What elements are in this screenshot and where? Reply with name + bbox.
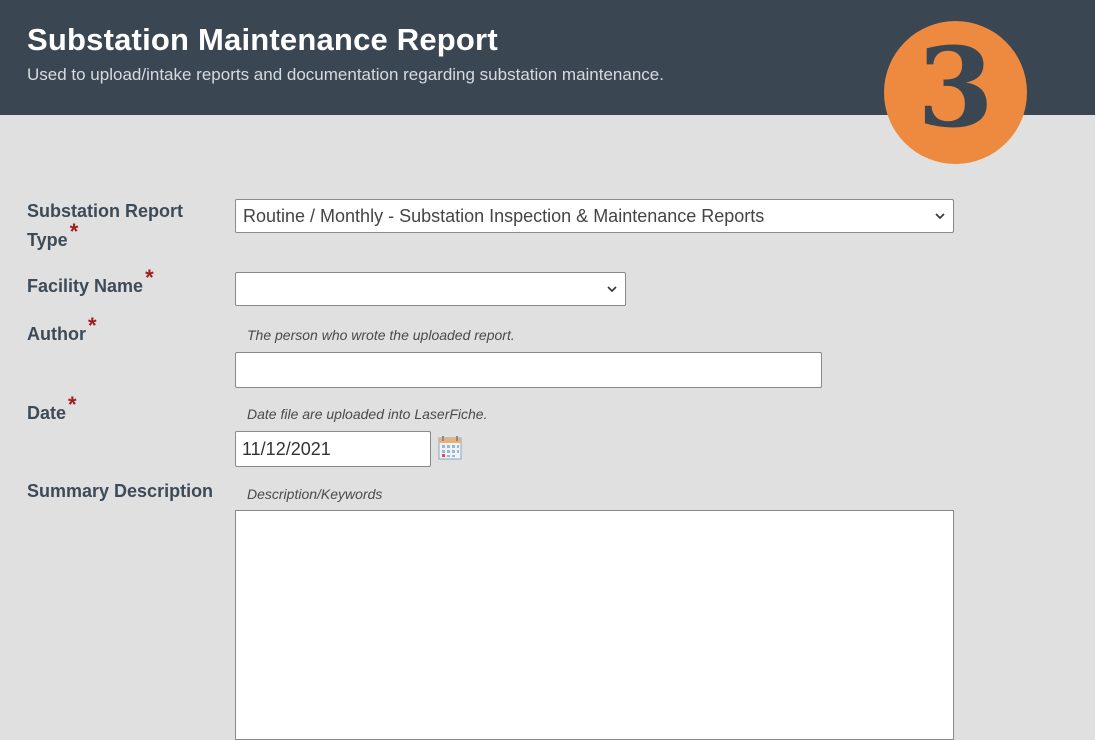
date-label: Date* <box>27 392 77 424</box>
step-number: 3 <box>917 22 994 152</box>
page-title: Substation Maintenance Report <box>27 22 498 57</box>
date-input[interactable]: 11/12/2021 <box>235 431 431 467</box>
summary-hint: Description/Keywords <box>247 486 383 502</box>
required-marker: * <box>87 313 97 338</box>
page-subtitle: Used to upload/intake reports and docume… <box>27 65 664 84</box>
step-badge: 3 <box>884 21 1027 164</box>
summary-textarea[interactable] <box>235 510 954 740</box>
chevron-down-icon <box>935 213 945 220</box>
calendar-icon[interactable] <box>437 435 463 461</box>
summary-label: Summary Description <box>27 481 214 501</box>
author-input[interactable] <box>235 352 822 388</box>
date-hint: Date file are uploaded into LaserFiche. <box>247 406 488 422</box>
facility-name-select[interactable] <box>235 272 626 306</box>
required-marker: * <box>68 392 77 417</box>
chevron-down-icon <box>607 286 617 293</box>
report-type-label: Substation Report Type* <box>27 201 183 250</box>
author-hint: The person who wrote the uploaded report… <box>247 327 515 343</box>
author-label: Author* <box>27 313 97 345</box>
report-type-select[interactable]: Routine / Monthly - Substation Inspectio… <box>235 199 954 233</box>
required-marker: * <box>69 219 79 244</box>
required-marker: * <box>145 265 154 290</box>
facility-name-label: Facility Name* <box>27 265 154 297</box>
